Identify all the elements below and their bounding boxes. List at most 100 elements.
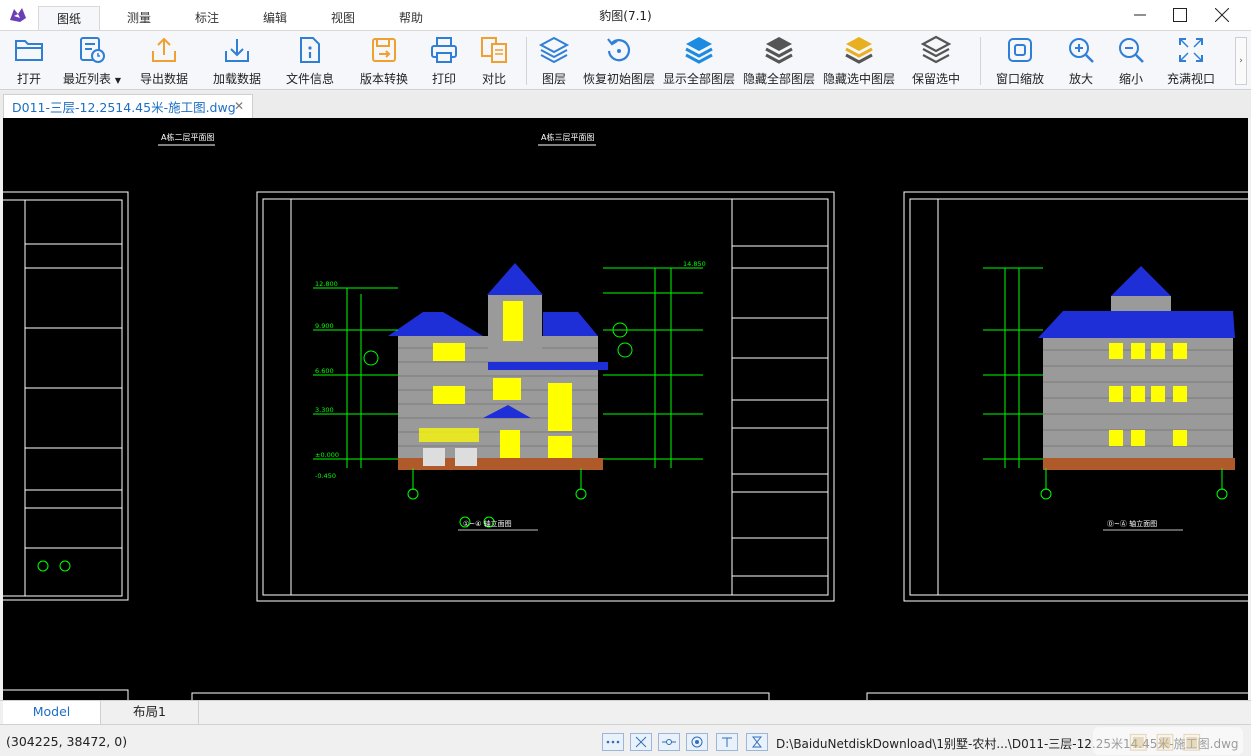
window-zoom-button[interactable]: 窗口缩放 (990, 33, 1050, 89)
zoom-out-button[interactable]: 缩小 (1112, 33, 1150, 89)
svg-text:9.900: 9.900 (315, 322, 334, 330)
version-convert-label: 版本转换 (359, 72, 408, 86)
svg-text:14.850: 14.850 (683, 260, 706, 268)
compare-button[interactable]: 对比 (474, 33, 514, 89)
import-icon (220, 33, 254, 67)
load-data-label: 加载数据 (212, 72, 261, 86)
layers-label: 图层 (541, 72, 566, 86)
print-button[interactable]: 打印 (424, 33, 464, 89)
minimize-icon[interactable] (1118, 0, 1162, 30)
perpendicular-snap-icon[interactable] (716, 733, 738, 751)
ribbon-scroll-button[interactable]: › (1235, 37, 1247, 85)
sheet-inner-left (3, 199, 123, 597)
layout-tab-layout1[interactable]: 布局1 (101, 701, 199, 724)
hide-selected-layers-icon (842, 33, 876, 67)
restore-layers-icon (602, 33, 636, 67)
export-icon (147, 33, 181, 67)
keep-selected-layers-button[interactable]: 保留选中 (906, 33, 966, 89)
recent-list-icon (75, 33, 109, 67)
fit-viewport-button[interactable]: 充满视口 (1162, 33, 1220, 89)
file-info-icon (293, 33, 327, 67)
fit-viewport-icon (1174, 33, 1208, 67)
open-button[interactable]: 打开 (6, 33, 52, 89)
menu-tab-drawing[interactable]: 图纸 (38, 6, 100, 30)
sheet-title-center: A栋三层平面图 (541, 132, 594, 142)
print-label: 打印 (431, 72, 456, 86)
menu-tab-edit[interactable]: 编辑 (246, 6, 304, 30)
elevation-label-right: Ⓓ~Ⓐ 轴立面图 (1107, 519, 1157, 528)
show-all-layers-label: 显示全部图层 (662, 72, 735, 86)
recent-list-button[interactable]: 最近列表 ▼ (58, 33, 126, 89)
leopard-logo-icon[interactable] (8, 6, 28, 24)
ribbon-toolbar: 打开 最近列表 ▼ 导出数据 加载数据 文件信息 版本转换 打印 对比 图层 恢… (0, 30, 1251, 90)
version-convert-button[interactable]: 版本转换 (354, 33, 414, 89)
hide-all-layers-button[interactable]: 隐藏全部图层 (742, 33, 816, 89)
show-all-layers-icon (682, 33, 716, 67)
sheet-title-left: A栋二层平面图 (161, 132, 214, 142)
elevation-label-center: ①~④ 轴立面图 (463, 519, 512, 528)
export-data-button[interactable]: 导出数据 (134, 33, 194, 89)
drawing-canvas[interactable]: A栋二层平面图 A栋三层平面图 14.850 12.800 9.900 6.60… (3, 118, 1248, 700)
house-elevation-right (1038, 266, 1235, 470)
compare-label: 对比 (481, 72, 506, 86)
maximize-icon[interactable] (1158, 0, 1202, 30)
house-elevation-center (388, 263, 608, 470)
file-info-button[interactable]: 文件信息 (280, 33, 340, 89)
export-data-label: 导出数据 (139, 72, 188, 86)
file-path: D:\BaiduNetdiskDownload\1别墅-农村...\D011-三… (776, 737, 1239, 751)
layout-tab-bar: Model 布局1 (0, 700, 1251, 724)
status-bar: (304225, 38472, 0) D:\BaiduNetdiskDownlo… (0, 724, 1251, 756)
close-icon[interactable] (1200, 0, 1244, 30)
keep-selected-layers-icon (919, 33, 953, 67)
toolbar-separator (980, 37, 981, 85)
restore-layers-button[interactable]: 恢复初始图层 (580, 33, 658, 89)
cross-snap-icon[interactable] (630, 733, 652, 751)
recent-list-label: 最近列表 ▼ (63, 72, 121, 86)
folder-open-icon (12, 33, 46, 67)
window-zoom-icon (1003, 33, 1037, 67)
version-convert-icon (367, 33, 401, 67)
hourglass-icon[interactable] (746, 733, 768, 751)
layers-button[interactable]: 图层 (534, 33, 574, 89)
menu-tab-measure[interactable]: 测量 (110, 6, 168, 30)
menu-tab-annotate[interactable]: 标注 (178, 6, 236, 30)
hide-selected-layers-label: 隐藏选中图层 (822, 72, 895, 86)
svg-text:±0.000: ±0.000 (315, 451, 339, 459)
grid-snap-icon[interactable] (602, 733, 624, 751)
chevron-right-icon: › (1239, 56, 1243, 66)
cad-drawing: A栋二层平面图 A栋三层平面图 14.850 12.800 9.900 6.60… (3, 132, 1248, 700)
hide-selected-layers-button[interactable]: 隐藏选中图层 (822, 33, 896, 89)
window-zoom-label: 窗口缩放 (995, 72, 1044, 86)
midpoint-snap-icon[interactable] (658, 733, 680, 751)
svg-text:3.300: 3.300 (315, 406, 334, 414)
show-all-layers-button[interactable]: 显示全部图层 (662, 33, 736, 89)
app-window: 图纸 测量 标注 编辑 视图 帮助 豹图(7.1) 打开 最近列表 ▼ 导出数据… (0, 0, 1251, 756)
menu-tab-view[interactable]: 视图 (314, 6, 372, 30)
open-label: 打开 (16, 72, 41, 86)
cursor-coordinates: (304225, 38472, 0) (6, 734, 128, 749)
document-tab-label: D011-三层-12.2514.45米-施工图.dwg (12, 100, 236, 115)
chevron-down-icon: ▼ (114, 76, 121, 85)
center-snap-icon[interactable] (686, 733, 708, 751)
load-data-button[interactable]: 加载数据 (206, 33, 268, 89)
compare-icon (477, 33, 511, 67)
zoom-out-label: 缩小 (1118, 72, 1143, 86)
hide-all-layers-label: 隐藏全部图层 (742, 72, 815, 86)
document-tab[interactable]: D011-三层-12.2514.45米-施工图.dwg ✕ (3, 94, 253, 118)
zoom-out-icon (1114, 33, 1148, 67)
layers-icon (537, 33, 571, 67)
menu-tab-help[interactable]: 帮助 (382, 6, 440, 30)
fit-viewport-label: 充满视口 (1166, 72, 1215, 86)
keep-selected-layers-label: 保留选中 (911, 72, 960, 86)
sheet-frame-left (3, 191, 129, 601)
hide-all-layers-icon (762, 33, 796, 67)
toolbar-separator (526, 37, 527, 85)
zoom-in-icon (1064, 33, 1098, 67)
zoom-in-label: 放大 (1068, 72, 1093, 86)
zoom-in-button[interactable]: 放大 (1062, 33, 1100, 89)
svg-text:12.800: 12.800 (315, 280, 338, 288)
svg-text:-0.450: -0.450 (315, 472, 336, 480)
close-icon[interactable]: ✕ (234, 99, 244, 113)
layout-tab-model[interactable]: Model (3, 701, 101, 724)
restore-layers-label: 恢复初始图层 (582, 72, 655, 86)
